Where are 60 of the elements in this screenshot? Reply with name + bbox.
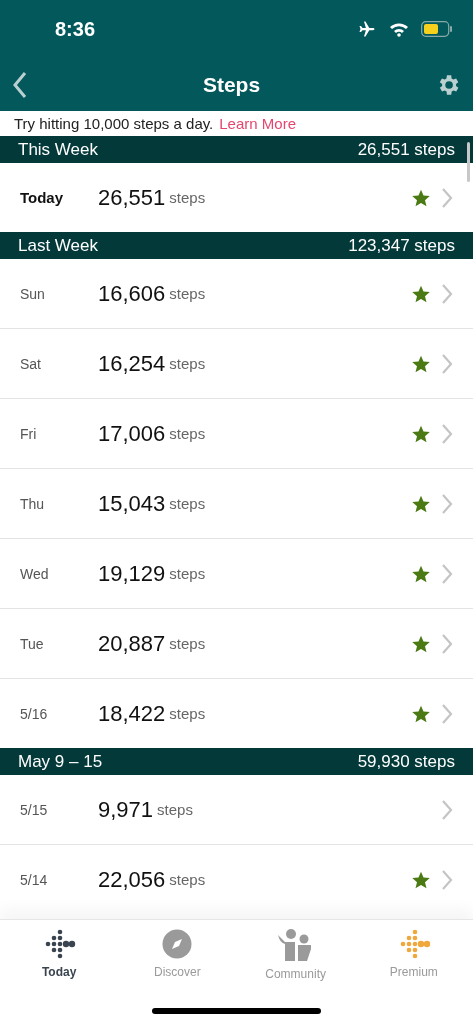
- chevron-right-icon: [441, 868, 453, 891]
- step-count: 15,043: [98, 490, 166, 517]
- section-total: 59,930 steps: [357, 751, 455, 772]
- airplane-icon: [357, 20, 377, 38]
- section-title: This Week: [18, 139, 98, 160]
- step-count: 16,254: [98, 350, 166, 377]
- day-label: 5/14: [20, 871, 49, 888]
- tab-item[interactable]: Community: [236, 920, 355, 1023]
- step-unit: steps: [169, 871, 206, 888]
- day-label: Thu: [20, 495, 46, 512]
- step-count: 17,006: [98, 420, 166, 447]
- section-total: 123,347 steps: [348, 235, 455, 256]
- step-unit: steps: [169, 495, 206, 512]
- step-count: 18,422: [98, 700, 166, 727]
- step-unit: steps: [169, 425, 206, 442]
- day-label: Sun: [20, 285, 46, 302]
- step-count: 20,887: [98, 630, 166, 657]
- day-label: Fri: [20, 425, 38, 442]
- chevron-right-icon: [441, 186, 453, 209]
- day-label: Sat: [20, 355, 42, 372]
- chevron-right-icon: [441, 422, 453, 445]
- step-count: 26,551: [98, 184, 166, 211]
- banner-text: Try hitting 10,000 steps a day.: [14, 115, 214, 132]
- chevron-right-icon: [441, 562, 453, 585]
- day-label: Wed: [20, 565, 50, 582]
- step-unit: steps: [169, 285, 206, 302]
- step-unit: steps: [169, 565, 206, 582]
- status-time: 8:36: [55, 17, 96, 41]
- step-count: 22,056: [98, 866, 166, 893]
- tab-item[interactable]: Today: [0, 920, 119, 1023]
- day-label: Today: [20, 189, 65, 206]
- step-count: 9,971: [98, 796, 154, 823]
- section-total: 26,551 steps: [357, 139, 455, 160]
- step-count: 19,129: [98, 560, 166, 587]
- chevron-right-icon: [441, 632, 453, 655]
- screen-title: Steps: [202, 72, 261, 97]
- step-unit: steps: [157, 801, 193, 818]
- scroll-bar: [467, 142, 470, 182]
- step-unit: steps: [169, 705, 206, 722]
- learn-more-link[interactable]: Learn More: [219, 115, 296, 132]
- chevron-right-icon: [441, 798, 453, 821]
- battery-icon: [421, 21, 453, 37]
- day-label: Tue: [20, 635, 45, 652]
- step-unit: steps: [169, 189, 206, 206]
- chevron-right-icon: [441, 702, 453, 725]
- section-title: May 9 – 15: [18, 751, 103, 772]
- step-unit: steps: [169, 355, 206, 372]
- tab-item[interactable]: Premium: [354, 920, 473, 1023]
- day-label: 5/15: [20, 801, 49, 818]
- step-count: 16,606: [98, 280, 166, 307]
- tab-item[interactable]: Discover: [118, 920, 237, 1023]
- step-unit: steps: [169, 635, 206, 652]
- back-icon[interactable]: [12, 70, 28, 99]
- compass-icon: [162, 929, 193, 959]
- day-label: 5/16: [20, 705, 49, 722]
- chevron-right-icon: [441, 282, 453, 305]
- chevron-right-icon: [441, 492, 453, 515]
- section-title: Last Week: [18, 235, 98, 256]
- wifi-icon: [389, 21, 409, 37]
- chevron-right-icon: [441, 352, 453, 375]
